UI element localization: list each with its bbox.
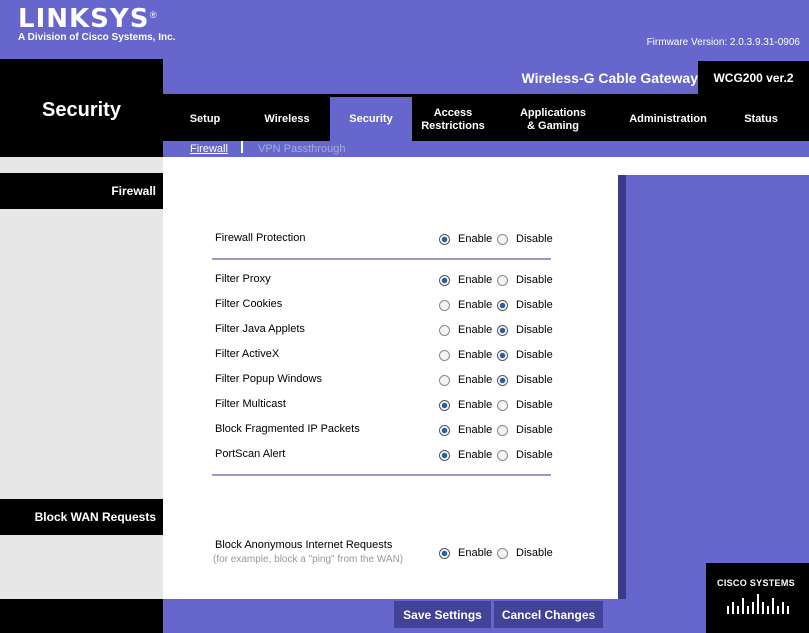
filter-cookies-label: Filter Cookies [215,298,283,310]
page-title: Security [42,99,121,121]
cisco-systems-logo: CISCO SYSTEMS [717,578,795,588]
tab-label: Setup [189,113,221,125]
subnav-firewall-link[interactable]: Firewall [190,143,228,155]
radio-disable[interactable] [497,234,508,245]
radio-enable-label: Enable [458,349,493,361]
sidebar-heading-block-wan: Block WAN Requests [0,499,163,535]
block-fragmented-label: Block Fragmented IP Packets [215,423,360,435]
radio-enable[interactable] [439,548,450,559]
radio-enable[interactable] [439,400,450,411]
portscan-alert-label: PortScan Alert [215,448,286,460]
filter-popup-windows-label: Filter Popup Windows [215,373,322,385]
radio-enable[interactable] [439,425,450,436]
registered-mark: ® [150,10,157,20]
product-name: Wireless-G Cable Gateway [521,70,698,86]
tab-applications-gaming[interactable]: Applications & Gaming [500,97,606,142]
radio-disable[interactable] [497,548,508,559]
radio-enable-label: Enable [458,399,493,411]
tab-label: Status [744,113,778,125]
radio-disable-label: Disable [516,349,553,361]
tab-status[interactable]: Status [730,97,792,142]
radio-enable[interactable] [439,375,450,386]
divider [212,258,551,260]
radio-enable[interactable] [439,450,450,461]
tab-security[interactable]: Security [330,97,412,142]
radio-disable-label: Disable [516,374,553,386]
radio-enable-label: Enable [458,274,493,286]
footer-left [0,599,163,633]
save-settings-button[interactable]: Save Settings [394,601,491,628]
divider [212,474,551,476]
model-badge: WCG200 ver.2 [698,61,809,96]
radio-enable-label: Enable [458,299,493,311]
radio-disable[interactable] [497,275,508,286]
radio-disable-label: Disable [516,449,553,461]
radio-disable[interactable] [497,425,508,436]
filter-multicast-label: Filter Multicast [215,398,286,410]
radio-disable[interactable] [497,300,508,311]
radio-enable-label: Enable [458,449,493,461]
tab-label: Wireless [264,113,310,125]
sidebar-heading-firewall: Firewall [0,173,163,209]
cancel-changes-button[interactable]: Cancel Changes [494,601,603,628]
radio-disable[interactable] [497,350,508,361]
tab-label: Security [349,113,393,125]
radio-enable[interactable] [439,300,450,311]
radio-enable-label: Enable [458,233,493,245]
right-panel-shadow [618,175,626,599]
radio-enable-label: Enable [458,374,493,386]
radio-disable-label: Disable [516,324,553,336]
radio-disable-label: Disable [516,299,553,311]
firewall-protection-label: Firewall Protection [215,232,306,244]
right-top-strip [618,157,809,175]
block-anonymous-label: Block Anonymous Internet Requests [215,539,393,551]
subnav-vpn-link[interactable]: VPN Passthrough [258,143,345,155]
filter-activex-label: Filter ActiveX [215,348,280,360]
radio-disable-label: Disable [516,233,553,245]
radio-disable-label: Disable [516,399,553,411]
filter-java-applets-label: Filter Java Applets [215,323,305,335]
linksys-logo: LINKSYS [18,4,150,34]
radio-disable-label: Disable [516,274,553,286]
radio-disable[interactable] [497,400,508,411]
cisco-bridge-icon [727,594,789,614]
firmware-version: Firmware Version: 2.0.3.9.31-0906 [646,37,800,48]
subnav-separator [241,141,243,153]
tab-wireless[interactable]: Wireless [248,97,326,142]
radio-enable[interactable] [439,350,450,361]
filter-proxy-label: Filter Proxy [215,273,271,285]
tab-label: Access Restrictions [421,106,485,132]
radio-disable-label: Disable [516,547,553,559]
radio-disable-label: Disable [516,424,553,436]
radio-disable[interactable] [497,325,508,336]
radio-enable-label: Enable [458,324,493,336]
radio-enable-label: Enable [458,547,493,559]
radio-enable[interactable] [439,325,450,336]
radio-enable[interactable] [439,234,450,245]
tab-label: Applications & Gaming [519,106,586,132]
tab-label: Administration [629,113,707,125]
radio-enable[interactable] [439,275,450,286]
tab-access-restrictions[interactable]: Access Restrictions [412,97,494,142]
tab-setup[interactable]: Setup [178,97,232,142]
radio-disable[interactable] [497,450,508,461]
radio-disable[interactable] [497,375,508,386]
tab-administration[interactable]: Administration [614,97,722,142]
block-anonymous-note: (for example, block a "ping" from the WA… [213,554,404,565]
radio-enable-label: Enable [458,424,493,436]
